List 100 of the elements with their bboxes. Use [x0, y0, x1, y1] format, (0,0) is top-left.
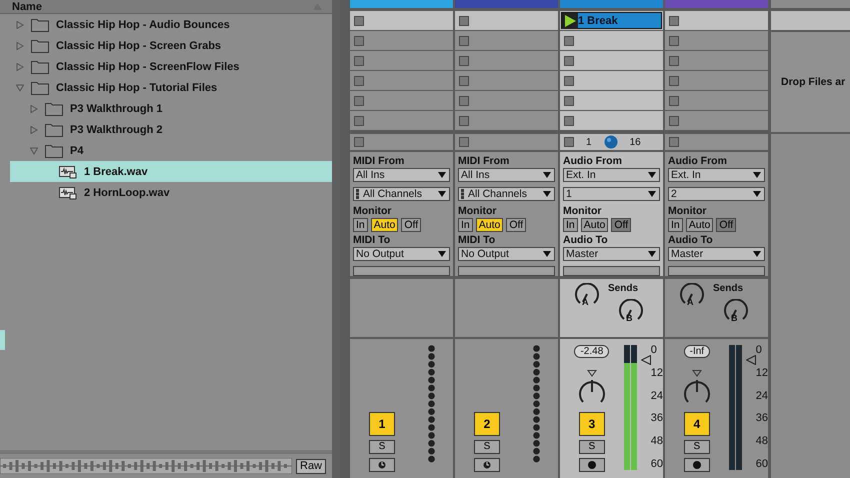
expand-triangle-icon[interactable] [30, 104, 38, 112]
monitor-option[interactable]: In [563, 218, 578, 232]
input-type-dropdown[interactable]: Ext. In [563, 168, 660, 182]
pan-knob-icon[interactable] [578, 370, 606, 404]
browser-item[interactable]: Classic Hip Hop - Screen Grabs [10, 35, 332, 56]
clip-slot[interactable] [665, 51, 768, 70]
clip-slot[interactable] [560, 71, 663, 90]
clip-slot[interactable] [350, 111, 453, 130]
track-activator-button[interactable]: 3 [578, 412, 605, 436]
solo-button[interactable]: S [578, 440, 605, 454]
fader-pointer-icon[interactable] [746, 355, 756, 365]
output-dropdown[interactable]: No Output [458, 247, 555, 261]
browser-item[interactable]: Classic Hip Hop - ScreenFlow Files [10, 56, 332, 77]
stop-icon[interactable] [564, 137, 574, 147]
monitor-option[interactable]: In [458, 218, 473, 232]
arm-button[interactable] [578, 458, 605, 472]
track-header[interactable] [455, 0, 558, 8]
clip-slot[interactable] [560, 111, 663, 130]
clip-slot[interactable] [350, 91, 453, 110]
browser-item[interactable]: P4 [10, 140, 332, 161]
input-channel-dropdown[interactable]: 1 [563, 187, 660, 201]
expand-triangle-icon[interactable] [30, 126, 38, 134]
monitor-option[interactable]: Off [611, 218, 632, 232]
clip-slot[interactable] [560, 51, 663, 70]
master-clip-slot[interactable] [771, 11, 850, 30]
output-channel-field[interactable] [668, 266, 765, 276]
stop-icon[interactable] [459, 137, 469, 147]
input-channel-dropdown[interactable]: 2 [668, 187, 765, 201]
input-type-dropdown[interactable]: All Ins [353, 168, 450, 182]
output-channel-field[interactable] [353, 266, 450, 276]
browser-item[interactable]: P3 Walkthrough 2 [10, 119, 332, 140]
track-activator-button[interactable]: 1 [369, 412, 395, 436]
arm-button[interactable] [684, 458, 710, 472]
monitor-option[interactable]: Auto [476, 218, 504, 232]
output-channel-field[interactable] [563, 266, 660, 276]
arm-button[interactable] [369, 458, 395, 472]
fader-pointer-icon[interactable] [640, 355, 651, 365]
browser-item[interactable]: Classic Hip Hop - Audio Bounces [10, 14, 332, 35]
input-channel-dropdown[interactable]: All Channels [458, 187, 555, 201]
clip-slot[interactable] [455, 71, 558, 90]
input-type-dropdown[interactable]: Ext. In [668, 168, 765, 182]
browser-item[interactable]: 2 HornLoop.wav [10, 182, 332, 203]
stop-icon[interactable] [354, 137, 364, 147]
play-icon[interactable] [562, 12, 578, 28]
clip-slot[interactable] [560, 91, 663, 110]
clip[interactable]: 1 Break [561, 12, 662, 29]
monitor-option[interactable]: Off [401, 218, 422, 232]
solo-button[interactable]: S [684, 440, 710, 454]
clip-slot[interactable] [350, 51, 453, 70]
clip-slot[interactable] [665, 11, 768, 30]
collapse-triangle-icon[interactable] [16, 84, 24, 92]
clip-slot[interactable] [665, 31, 768, 50]
clip-slot[interactable] [455, 31, 558, 50]
output-dropdown[interactable]: Master [668, 247, 765, 261]
input-type-dropdown[interactable]: All Ins [458, 168, 555, 182]
volume-readout[interactable]: -2.48 [574, 345, 610, 358]
browser-item[interactable]: Classic Hip Hop - Tutorial Files [10, 77, 332, 98]
expand-triangle-icon[interactable] [16, 42, 24, 50]
browser-item[interactable]: 1 Break.wav [10, 161, 332, 182]
clip-slot[interactable] [665, 71, 768, 90]
monitor-option[interactable]: Off [716, 218, 736, 232]
monitor-option[interactable]: Auto [686, 218, 714, 232]
clip-slot[interactable] [350, 11, 453, 30]
clip-slot[interactable] [455, 111, 558, 130]
stop-icon[interactable] [669, 137, 679, 147]
arm-button[interactable] [474, 458, 500, 472]
output-dropdown[interactable]: Master [563, 247, 660, 261]
waveform-preview[interactable] [0, 458, 292, 474]
input-channel-dropdown[interactable]: All Channels [353, 187, 450, 201]
track-header[interactable] [665, 0, 768, 8]
collapse-triangle-icon[interactable] [30, 146, 38, 154]
track-header[interactable] [560, 0, 663, 8]
clip-slot[interactable] [455, 51, 558, 70]
track-activator-button[interactable]: 2 [474, 412, 500, 436]
monitor-option[interactable]: In [668, 218, 683, 232]
browser-item[interactable]: P3 Walkthrough 1 [10, 98, 332, 119]
monitor-option[interactable]: Auto [580, 218, 608, 232]
solo-button[interactable]: S [369, 440, 395, 454]
scrollbar[interactable] [332, 0, 340, 478]
clip-slot[interactable] [455, 11, 558, 30]
drop-area[interactable]: Drop Files ar [771, 32, 850, 132]
clip-slot[interactable] [665, 91, 768, 110]
clip-slot[interactable] [455, 91, 558, 110]
raw-button[interactable]: Raw [296, 458, 326, 474]
track-activator-button[interactable]: 4 [684, 412, 710, 436]
clip-slot[interactable] [350, 31, 453, 50]
track-header[interactable] [350, 0, 453, 8]
monitor-option[interactable]: Auto [370, 218, 398, 232]
column-header[interactable]: Name [12, 0, 42, 12]
clip-slot[interactable] [560, 31, 663, 50]
monitor-option[interactable]: Off [506, 218, 526, 232]
monitor-option[interactable]: In [353, 218, 368, 232]
clip-slot[interactable] [350, 71, 453, 90]
expand-triangle-icon[interactable] [16, 20, 24, 28]
pan-knob-icon[interactable] [682, 370, 711, 404]
solo-button[interactable]: S [474, 440, 500, 454]
sphere-icon[interactable] [604, 135, 618, 149]
clip-slot[interactable] [665, 111, 768, 130]
output-channel-field[interactable] [458, 266, 555, 276]
volume-readout[interactable]: -Inf [684, 345, 710, 358]
